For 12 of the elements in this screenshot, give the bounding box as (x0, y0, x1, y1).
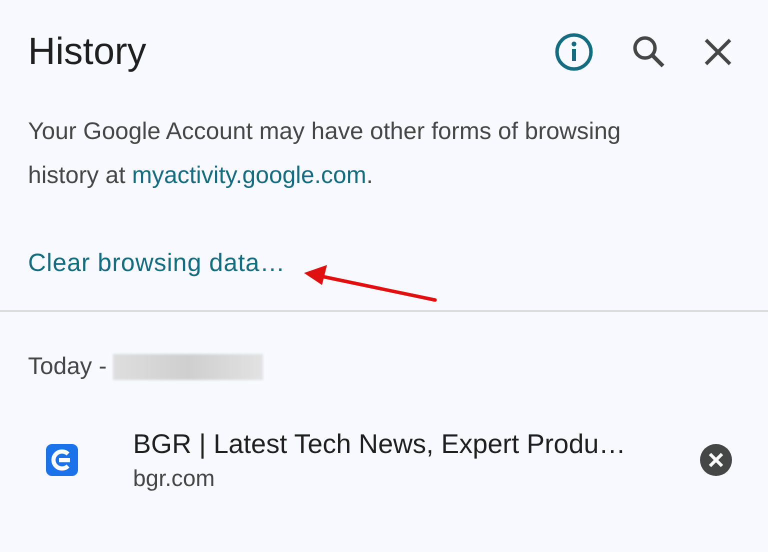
entry-title[interactable]: BGR | Latest Tech News, Expert Produ… (133, 426, 700, 462)
myactivity-link[interactable]: myactivity.google.com (132, 162, 366, 189)
remove-entry-icon[interactable] (700, 444, 732, 476)
page-title: History (28, 30, 148, 74)
date-header: Today - (28, 352, 107, 382)
search-icon[interactable] (632, 35, 666, 69)
account-notice: Your Google Account may have other forms of browsing history at myactivity.google.com. (27, 117, 622, 191)
clear-browsing-data-link[interactable]: Clear browsing data… (28, 245, 286, 283)
entry-url: bgr.com (133, 464, 216, 493)
close-icon[interactable] (704, 38, 732, 66)
site-favicon-icon (46, 444, 78, 476)
info-icon[interactable] (554, 32, 594, 72)
